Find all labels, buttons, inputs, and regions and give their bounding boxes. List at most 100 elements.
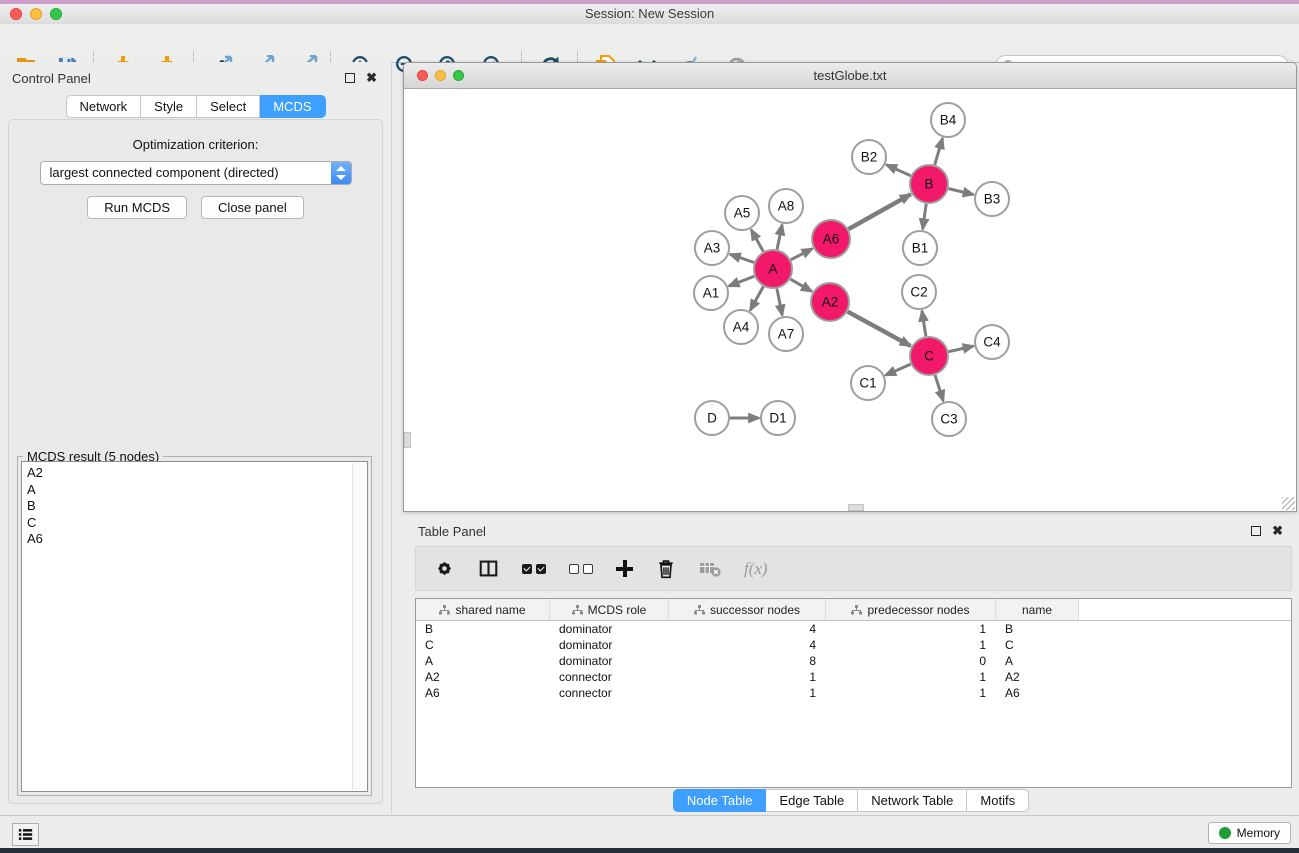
edge-C-C1[interactable]	[885, 364, 910, 375]
add-column-button[interactable]	[616, 560, 633, 577]
deselect-all-rows-button[interactable]	[569, 564, 593, 574]
control-panel-tabs: Network Style Select MCDS	[65, 95, 325, 118]
edge-A-A2[interactable]	[790, 279, 812, 291]
column-header-MCDS-role[interactable]: MCDS role	[550, 599, 669, 620]
tab-motifs[interactable]: Motifs	[967, 789, 1029, 812]
minimize-network-window-button[interactable]	[435, 70, 446, 81]
table-cell: A	[416, 654, 550, 668]
node-B[interactable]: B	[910, 165, 948, 203]
network-canvas[interactable]: B4 B2 B B3 A8 A5 A6 A3 B1 A C2 A1 A2 A4 A7 C4 C C1 C3 D D1	[404, 89, 1296, 511]
edge-A-A4[interactable]	[750, 287, 763, 311]
table-row[interactable]: Bdominator41B	[416, 621, 1291, 637]
node-C4[interactable]: C4	[975, 325, 1009, 359]
node-D1[interactable]: D1	[761, 401, 795, 435]
node-A5[interactable]: A5	[725, 196, 759, 230]
node-C[interactable]: C	[910, 337, 948, 375]
criterion-dropdown[interactable]: largest connected component (directed)	[40, 161, 352, 185]
tab-network[interactable]: Network	[65, 95, 141, 118]
mcds-result-group: MCDS result (5 nodes) A2ABCA6	[17, 456, 372, 796]
network-window-titlebar[interactable]: testGlobe.txt	[404, 63, 1296, 89]
edge-A-A1[interactable]	[729, 276, 755, 286]
window-resize-grip[interactable]	[1282, 497, 1295, 510]
network-view-window: testGlobe.txt B4 B2 B B3 A8 A5 A6 A3 B1 A C2 A1 A2 A4…	[403, 62, 1297, 512]
close-network-window-button[interactable]	[417, 70, 428, 81]
node-C2[interactable]: C2	[902, 275, 936, 309]
mcds-result-item[interactable]: A	[22, 482, 367, 499]
select-all-rows-button[interactable]	[522, 564, 546, 574]
node-B3[interactable]: B3	[975, 182, 1009, 216]
node-A8[interactable]: A8	[769, 189, 803, 223]
edge-B-B1[interactable]	[923, 204, 927, 229]
node-A4[interactable]: A4	[724, 310, 758, 344]
result-list-scrollbar[interactable]	[352, 463, 366, 790]
edge-A-A3[interactable]	[730, 254, 754, 262]
table-row[interactable]: Cdominator41C	[416, 637, 1291, 653]
edge-A-A6[interactable]	[791, 249, 813, 260]
table-settings-button[interactable]	[434, 558, 455, 579]
edge-A6-B[interactable]	[848, 194, 910, 229]
tab-mcds[interactable]: MCDS	[260, 95, 325, 118]
run-mcds-button[interactable]: Run MCDS	[87, 196, 187, 219]
trash-icon	[656, 558, 676, 580]
zoom-window-button[interactable]	[50, 8, 62, 20]
edge-A-A8[interactable]	[777, 225, 782, 250]
close-panel-icon[interactable]: ✖	[1272, 525, 1283, 537]
edge-A-A5[interactable]	[751, 230, 763, 252]
node-C3[interactable]: C3	[932, 402, 966, 436]
node-label: C1	[859, 376, 876, 391]
minimize-window-button[interactable]	[30, 8, 42, 20]
node-B2[interactable]: B2	[852, 140, 886, 174]
tab-network-table[interactable]: Network Table	[858, 789, 967, 812]
edge-B-B2[interactable]	[886, 165, 910, 176]
float-panel-icon[interactable]	[1251, 526, 1261, 536]
node-A[interactable]: A	[754, 250, 792, 288]
network-horizontal-scroll-hint[interactable]	[848, 504, 864, 511]
edge-C-C2[interactable]	[922, 311, 926, 336]
close-window-button[interactable]	[10, 8, 22, 20]
close-panel-button[interactable]: Close panel	[201, 196, 304, 219]
node-A1[interactable]: A1	[694, 276, 728, 310]
tab-node-table[interactable]: Node Table	[673, 789, 767, 812]
mcds-result-item[interactable]: A6	[22, 531, 367, 548]
node-A6[interactable]: A6	[812, 220, 850, 258]
close-panel-icon[interactable]: ✖	[366, 72, 377, 84]
node-A2[interactable]: A2	[811, 283, 849, 321]
control-panel-title: Control Panel	[12, 71, 91, 86]
edge-C-C3[interactable]	[935, 375, 943, 401]
column-header-predecessor-nodes[interactable]: predecessor nodes	[826, 599, 996, 620]
node-A3[interactable]: A3	[695, 231, 729, 265]
column-header-name[interactable]: name	[996, 599, 1079, 620]
tab-style[interactable]: Style	[141, 95, 197, 118]
mcds-result-item[interactable]: C	[22, 515, 367, 532]
edge-A-A7[interactable]	[777, 289, 782, 316]
zoom-network-window-button[interactable]	[453, 70, 464, 81]
edge-C-C4[interactable]	[949, 346, 974, 352]
mcds-result-item[interactable]: A2	[22, 465, 367, 482]
table-body: Bdominator41BCdominator41CAdominator80AA…	[416, 621, 1291, 701]
node-label: A1	[703, 286, 720, 301]
column-header-shared-name[interactable]: shared name	[416, 599, 550, 620]
table-row[interactable]: Adominator80A	[416, 653, 1291, 669]
function-builder-button[interactable]: f(x)	[744, 559, 768, 579]
node-B4[interactable]: B4	[931, 103, 965, 137]
delete-columns-button[interactable]	[656, 558, 676, 580]
column-layout-button[interactable]	[478, 559, 499, 578]
delete-table-button[interactable]	[699, 559, 721, 579]
node-C1[interactable]: C1	[851, 366, 885, 400]
column-header-successor-nodes[interactable]: successor nodes	[669, 599, 826, 620]
node-A7[interactable]: A7	[769, 317, 803, 351]
memory-button[interactable]: Memory	[1208, 822, 1291, 844]
edge-A2-C[interactable]	[848, 312, 911, 346]
tab-select[interactable]: Select	[197, 95, 260, 118]
show-task-history-button[interactable]	[12, 823, 39, 846]
table-row[interactable]: A2connector11A2	[416, 669, 1291, 685]
tab-edge-table[interactable]: Edge Table	[766, 789, 858, 812]
edge-B-B3[interactable]	[948, 189, 973, 195]
network-vertical-scroll-hint[interactable]	[404, 432, 411, 448]
float-panel-icon[interactable]	[345, 73, 355, 83]
table-row[interactable]: A6connector11A6	[416, 685, 1291, 701]
node-D[interactable]: D	[695, 401, 729, 435]
mcds-result-item[interactable]: B	[22, 498, 367, 515]
node-B1[interactable]: B1	[903, 231, 937, 265]
edge-B-B4[interactable]	[935, 138, 943, 165]
